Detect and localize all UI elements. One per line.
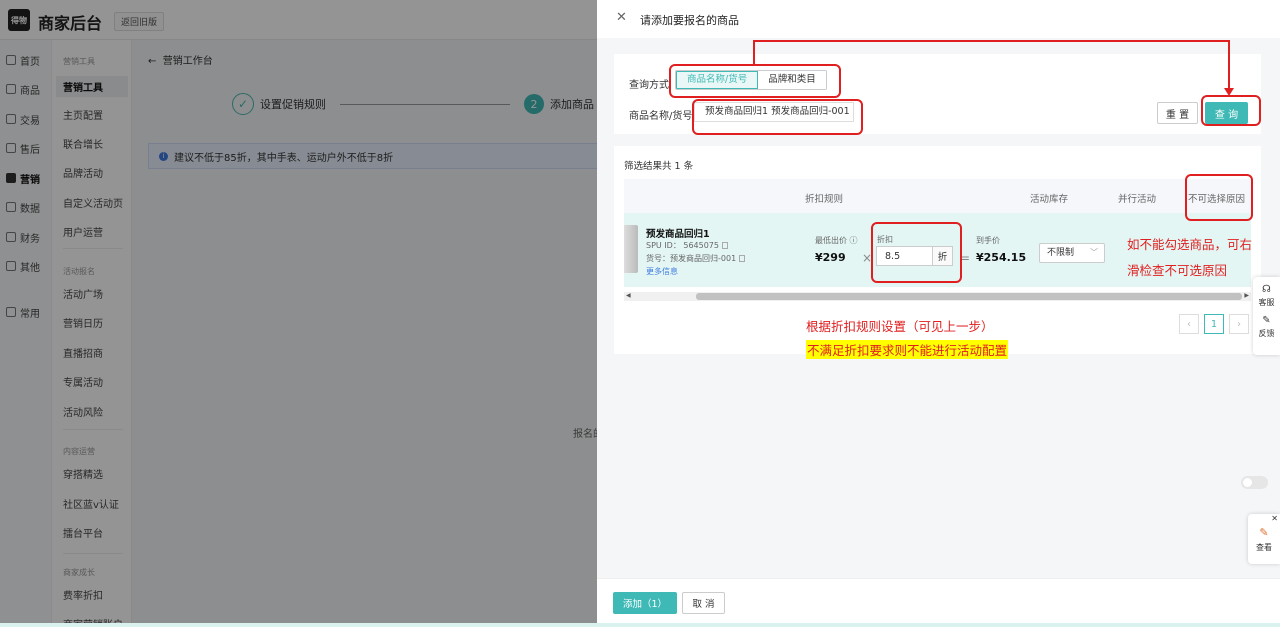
close-icon[interactable]: ✕: [1271, 514, 1278, 523]
mode-name-code[interactable]: 商品名称/货号: [676, 71, 759, 89]
copy-icon[interactable]: [739, 255, 746, 262]
stock-select[interactable]: 不限制 ﹀: [1039, 243, 1105, 263]
chevron-down-icon: ﹀: [1090, 248, 1098, 257]
copy-icon[interactable]: [722, 242, 728, 249]
query-mode-label: 查询方式: [629, 80, 669, 91]
discount-value: 8.5: [885, 251, 901, 262]
multiply-icon: ×: [862, 251, 873, 265]
floating-view-panel: ✕ ✎ 查看: [1248, 514, 1280, 564]
scroll-left-icon[interactable]: ◀: [626, 292, 631, 299]
feedback-label[interactable]: 反馈: [1259, 329, 1275, 338]
floating-service-panel: ☊ 客服 ✎ 反馈: [1253, 277, 1280, 355]
discount-input[interactable]: 8.5 折: [876, 246, 953, 266]
overlay-mask[interactable]: [0, 0, 597, 627]
prev-page-button[interactable]: ‹: [1179, 314, 1199, 334]
help-icon: ⓘ: [849, 236, 858, 245]
note-icon[interactable]: ✎: [1248, 526, 1280, 539]
reset-button[interactable]: 重 置: [1157, 102, 1198, 124]
name-search-input[interactable]: 预发商品回归1 预发商品回归-001: [694, 102, 854, 122]
page-1-button[interactable]: 1: [1204, 314, 1224, 334]
next-page-button[interactable]: ›: [1229, 314, 1249, 334]
col-reason: 不可选择原因: [1188, 194, 1246, 205]
discount-label: 折扣: [877, 235, 893, 244]
annotation-discount-rule: 根据折扣规则设置（可见上一步）: [806, 319, 994, 334]
final-price-value: ¥254.15: [976, 251, 1027, 264]
close-icon[interactable]: ✕: [616, 10, 627, 25]
horizontal-scrollbar[interactable]: ◀ ▶: [624, 292, 1251, 301]
drawer-footer: 添加（1） 取 消: [597, 578, 1280, 623]
product-image: [624, 225, 638, 273]
service-label[interactable]: 客服: [1259, 298, 1275, 307]
low-price-value: ¥299: [815, 251, 846, 264]
scrollbar-thumb[interactable]: [696, 293, 1242, 300]
discount-unit: 折: [932, 247, 952, 265]
feedback-icon[interactable]: ✎: [1253, 315, 1280, 326]
col-stock: 活动库存: [1030, 194, 1069, 205]
product-name: 预发商品回归1: [646, 229, 710, 240]
table-header: 折扣规则 活动库存 并行活动 不可选择原因: [624, 179, 1251, 213]
mode-brand-category[interactable]: 品牌和类目: [758, 71, 826, 89]
query-mode-switch: 商品名称/货号 品牌和类目: [675, 70, 827, 90]
final-price-label: 到手价: [976, 236, 1000, 245]
pagination: ‹ 1 ›: [1179, 314, 1249, 334]
result-count: 筛选结果共 1 条: [624, 161, 694, 172]
add-product-drawer: ✕ 请添加要报名的商品 查询方式 商品名称/货号 品牌和类目 商品名称/货号 预…: [597, 0, 1280, 623]
headset-icon[interactable]: ☊: [1253, 284, 1280, 295]
col-discount-rule: 折扣规则: [805, 194, 844, 205]
query-panel: 查询方式 商品名称/货号 品牌和类目 商品名称/货号 预发商品回归1 预发商品回…: [614, 54, 1261, 134]
product-code: 货号：预发商品回归-001: [646, 253, 746, 264]
add-button[interactable]: 添加（1）: [613, 592, 677, 614]
annotation-discount-requirement: 不满足折扣要求则不能进行活动配置: [806, 340, 1009, 359]
equals-icon: =: [960, 251, 971, 265]
query-button[interactable]: 查 询: [1205, 102, 1248, 124]
name-field-label: 商品名称/货号: [629, 111, 693, 122]
annotation-scroll-hint: 如不能勾选商品，可右滑检查不可选原因: [1127, 237, 1253, 278]
drawer-header: ✕ 请添加要报名的商品: [597, 0, 1280, 38]
col-parallel: 并行活动: [1118, 194, 1157, 205]
more-info-link[interactable]: 更多信息: [646, 266, 678, 277]
drawer-title: 请添加要报名的商品: [640, 14, 739, 27]
bottom-strip: [0, 623, 1280, 627]
scroll-right-icon[interactable]: ▶: [1244, 292, 1249, 299]
low-price-label: 最低出价 ⓘ: [815, 236, 858, 245]
floating-toggle[interactable]: [1241, 476, 1268, 489]
cancel-button[interactable]: 取 消: [682, 592, 725, 614]
view-label[interactable]: 查看: [1256, 543, 1272, 552]
product-spu: SPU ID： 5645075: [646, 240, 728, 251]
